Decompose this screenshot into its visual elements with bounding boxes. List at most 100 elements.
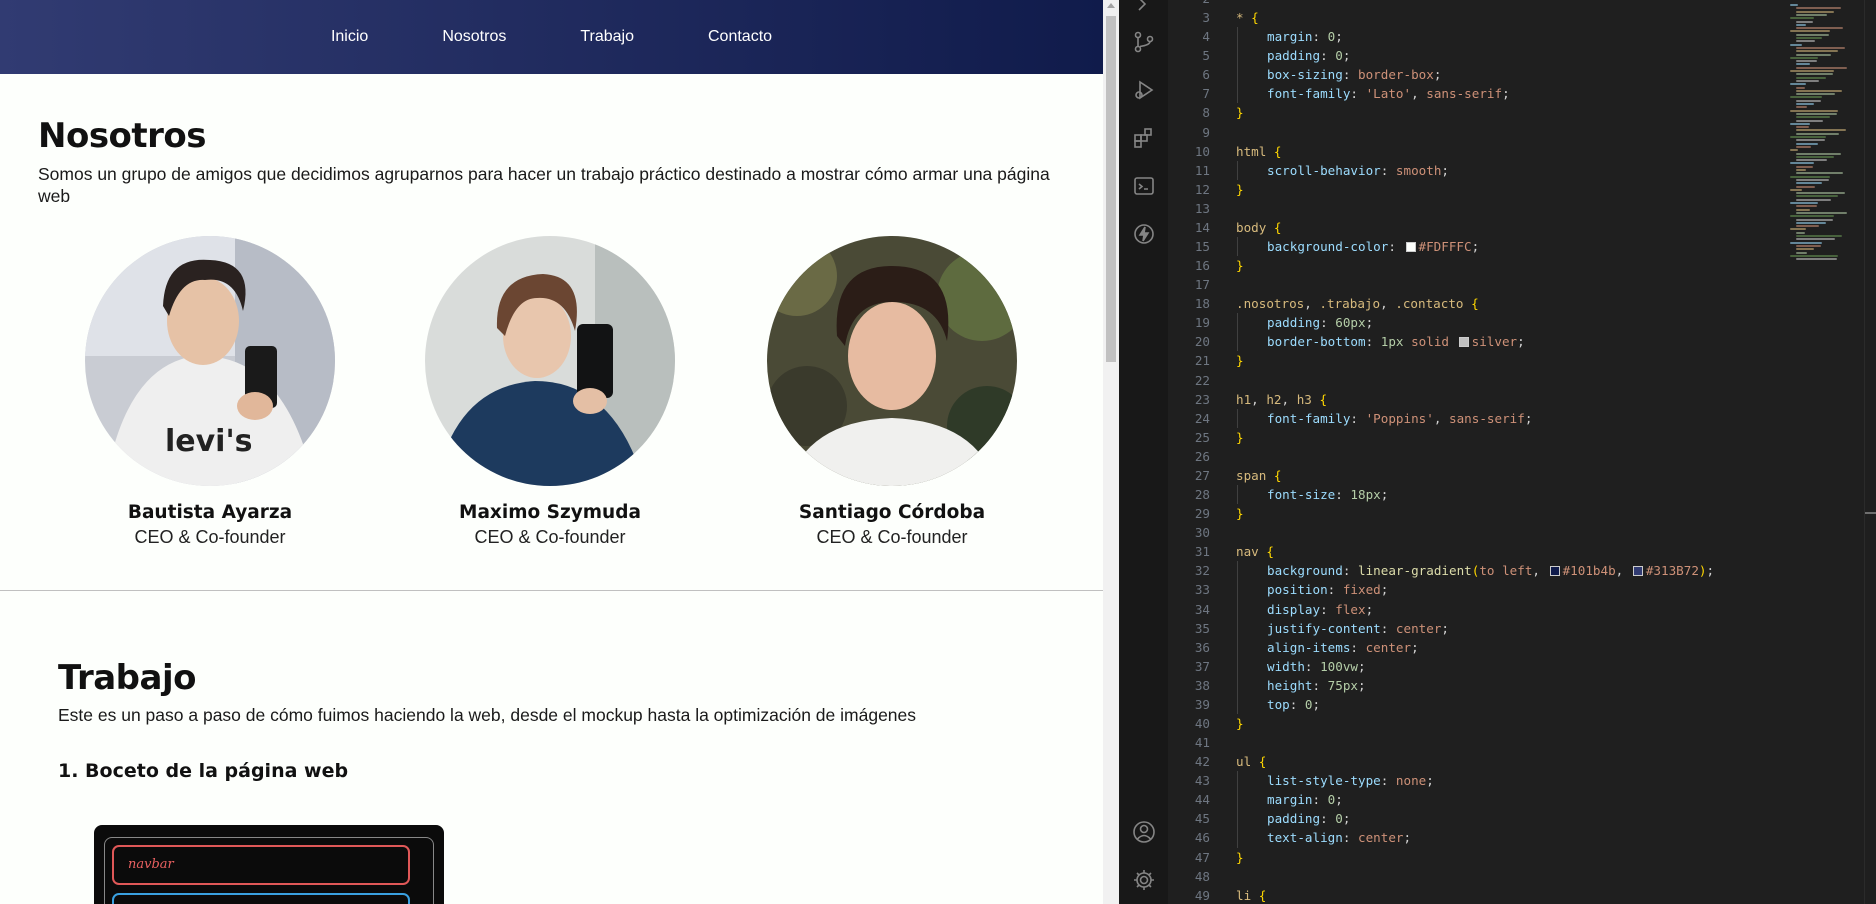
code-line[interactable]: 43 list-style-type: none;: [1168, 771, 1788, 791]
code-line[interactable]: 11 scroll-behavior: smooth;: [1168, 160, 1788, 180]
minimap-line: [1796, 198, 1831, 201]
code-token: :: [1365, 334, 1381, 350]
code-line[interactable]: 47}: [1168, 848, 1788, 867]
code-line[interactable]: 24 font-family: 'Poppins', sans-serif;: [1168, 408, 1788, 428]
code-line[interactable]: 13: [1168, 199, 1788, 218]
minimap[interactable]: [1784, 0, 1864, 904]
code-line[interactable]: 48: [1168, 867, 1788, 886]
color-swatch[interactable]: [1405, 242, 1416, 253]
code-line[interactable]: 18 .nosotros, .trabajo, .contacto {: [1168, 294, 1788, 313]
nav-link-trabajo[interactable]: Trabajo: [580, 28, 634, 46]
code-line[interactable]: 49 li {: [1168, 886, 1788, 904]
code-line[interactable]: 33 position: fixed;: [1168, 580, 1788, 600]
code-line[interactable]: 32 background: linear-gradient(to left, #…: [1168, 561, 1788, 581]
line-number: 28: [1194, 487, 1210, 503]
code-token: :: [1304, 658, 1321, 674]
line-number: 18: [1194, 296, 1210, 312]
nav-link-nosotros[interactable]: Nosotros: [442, 28, 506, 46]
code-line[interactable]: 40}: [1168, 714, 1788, 733]
indent-guide: [1237, 332, 1238, 352]
minimap-line: [1796, 192, 1845, 195]
code-line[interactable]: 31 nav {: [1168, 542, 1788, 561]
terminal-icon[interactable]: [1131, 173, 1157, 199]
member-role: CEO & Co-founder: [816, 527, 968, 547]
code-token: center: [1358, 830, 1404, 846]
code-line[interactable]: 5 padding: 0;: [1168, 46, 1788, 66]
code-line[interactable]: 23 h1, h2, h3 {: [1168, 390, 1788, 409]
code-line[interactable]: 27 span {: [1168, 466, 1788, 485]
extensions-icon[interactable]: [1131, 125, 1157, 151]
code-line[interactable]: 8}: [1168, 103, 1788, 122]
code-token: :: [1350, 86, 1366, 102]
editor-scrollbar[interactable]: [1864, 0, 1876, 904]
code-line[interactable]: 20 border-bottom: 1px solid silver;: [1168, 332, 1788, 352]
code-line[interactable]: 42 ul {: [1168, 752, 1788, 771]
code-line[interactable]: 4 margin: 0;: [1168, 27, 1788, 47]
code-line[interactable]: 39 top: 0;: [1168, 694, 1788, 714]
explorer-icon[interactable]: [1131, 0, 1157, 18]
code-line[interactable]: 38 height: 75px;: [1168, 675, 1788, 695]
code-line[interactable]: 22: [1168, 371, 1788, 390]
code-line[interactable]: 30: [1168, 523, 1788, 542]
minimap-line: [1790, 175, 1830, 178]
code-line[interactable]: 10 html {: [1168, 142, 1788, 161]
code-line[interactable]: 2: [1168, 0, 1788, 8]
line-number: 7: [1202, 86, 1210, 102]
lightning-icon[interactable]: [1131, 221, 1157, 247]
account-icon[interactable]: [1131, 819, 1157, 845]
code-line[interactable]: 14 body {: [1168, 218, 1788, 237]
code-line[interactable]: 3 * {: [1168, 8, 1788, 27]
nav-link-contacto[interactable]: Contacto: [708, 28, 772, 46]
settings-gear-icon[interactable]: [1131, 867, 1157, 893]
source-control-icon[interactable]: [1131, 29, 1157, 55]
line-number: 26: [1194, 448, 1210, 464]
scroll-up-arrow-icon[interactable]: [1107, 3, 1115, 8]
page-scrollbar[interactable]: [1103, 0, 1119, 904]
code-line[interactable]: 6 box-sizing: border-box;: [1168, 65, 1788, 85]
code-token: :: [1380, 162, 1396, 178]
run-debug-icon[interactable]: [1131, 77, 1157, 103]
code-line[interactable]: 46 text-align: center;: [1168, 828, 1788, 848]
color-swatch[interactable]: [1458, 337, 1469, 348]
code-line[interactable]: 36 align-items: center;: [1168, 637, 1788, 657]
code-token: ;: [1342, 811, 1351, 827]
code-token: }: [1236, 353, 1244, 369]
code-line[interactable]: 44 margin: 0;: [1168, 790, 1788, 810]
color-swatch[interactable]: [1549, 566, 1560, 577]
line-text: nav {: [1236, 542, 1274, 561]
code-line[interactable]: 29}: [1168, 504, 1788, 523]
code-lines[interactable]: 23* {4margin: 0;5padding: 0;6box-sizing:…: [1168, 0, 1788, 904]
member-name: Santiago Córdoba: [798, 502, 986, 523]
minimap-line: [1796, 208, 1810, 211]
code-line[interactable]: 9: [1168, 123, 1788, 142]
code-token: #101b4b: [1562, 563, 1616, 579]
page-scrollbar-thumb[interactable]: [1106, 16, 1116, 362]
code-line[interactable]: 25}: [1168, 428, 1788, 447]
indent-guide: [1237, 485, 1238, 505]
minimap-line: [1790, 215, 1834, 218]
code-line[interactable]: 16}: [1168, 256, 1788, 275]
code-line[interactable]: 19 padding: 60px;: [1168, 313, 1788, 333]
code-line[interactable]: 37 width: 100vw;: [1168, 656, 1788, 676]
code-token: solid: [1411, 334, 1450, 350]
code-line[interactable]: 12}: [1168, 180, 1788, 199]
code-line[interactable]: 21}: [1168, 351, 1788, 370]
nav-link-inicio[interactable]: Inicio: [331, 28, 368, 46]
code-line[interactable]: 34 display: flex;: [1168, 599, 1788, 619]
code-token: }: [1236, 258, 1244, 274]
color-swatch[interactable]: [1632, 566, 1643, 577]
code-token: list-style-type: [1267, 773, 1381, 789]
code-line[interactable]: 17: [1168, 275, 1788, 294]
code-editor[interactable]: 23* {4margin: 0;5padding: 0;6box-sizing:…: [1168, 0, 1876, 904]
code-token: border-box: [1358, 67, 1434, 83]
code-line[interactable]: 28 font-size: 18px;: [1168, 485, 1788, 505]
code-token: ;: [1380, 487, 1389, 503]
code-token: ,: [1532, 563, 1548, 579]
code-line[interactable]: 45 padding: 0;: [1168, 809, 1788, 829]
code-line[interactable]: 35 justify-content: center;: [1168, 618, 1788, 638]
code-line[interactable]: 41: [1168, 733, 1788, 752]
code-line[interactable]: 7 font-family: 'Lato', sans-serif;: [1168, 84, 1788, 104]
minimap-line: [1796, 73, 1833, 76]
code-line[interactable]: 26: [1168, 447, 1788, 466]
code-line[interactable]: 15 background-color: #FDFFFC;: [1168, 237, 1788, 257]
